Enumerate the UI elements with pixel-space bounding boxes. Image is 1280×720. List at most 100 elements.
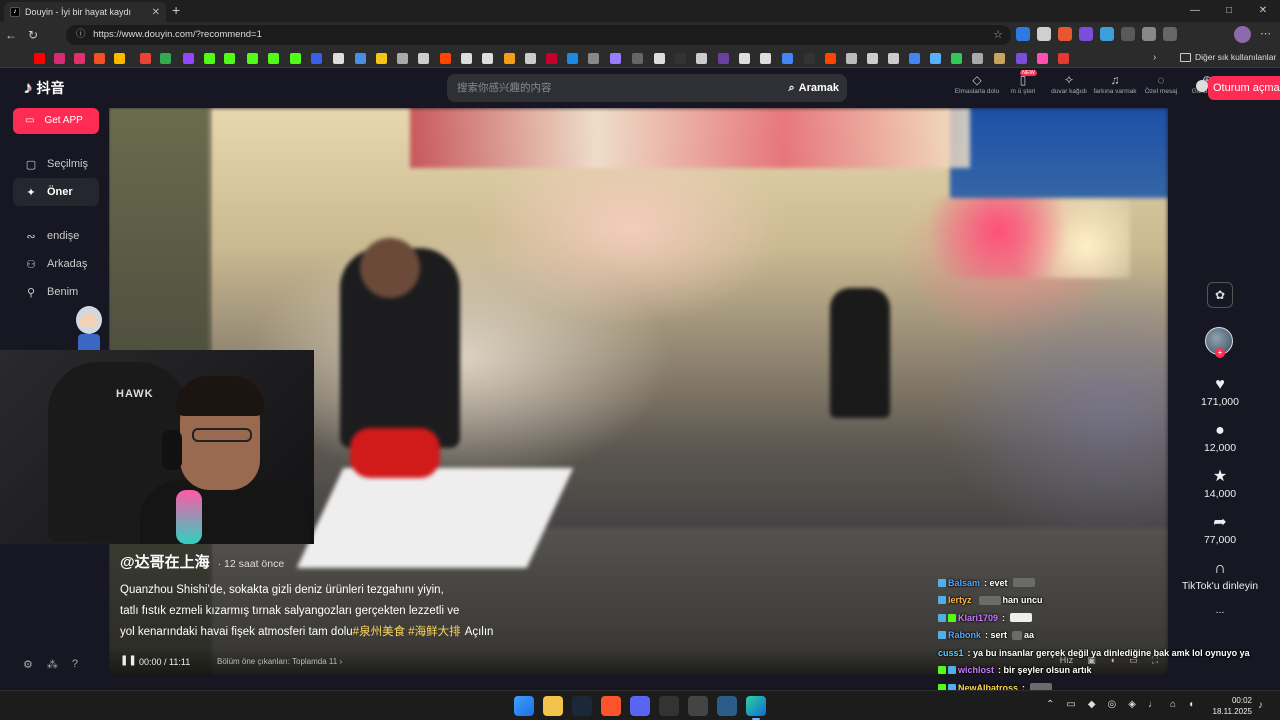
- like-action[interactable]: ♥ 171,000: [1170, 374, 1270, 408]
- search-input[interactable]: 搜索你感兴趣的内容 ⌕ Aramak: [447, 74, 847, 102]
- profile-avatar[interactable]: [1234, 26, 1251, 43]
- extension-icon[interactable]: [1121, 27, 1135, 41]
- browser-menu-icon[interactable]: ⋯: [1260, 27, 1271, 40]
- bookmark-icon[interactable]: [696, 53, 707, 64]
- follow-plus-icon[interactable]: +: [1215, 348, 1225, 358]
- get-app-button[interactable]: ▭ Get APP: [13, 108, 99, 134]
- other-favorites-folder[interactable]: Diğer sık kullanılanlar: [1180, 52, 1276, 62]
- bookmark-instagram-icon[interactable]: [54, 53, 65, 64]
- search-button[interactable]: ⌕ Aramak: [780, 74, 847, 102]
- bookmark-icon[interactable]: [888, 53, 899, 64]
- bookmark-icon[interactable]: [376, 53, 387, 64]
- bookmark-icon[interactable]: [397, 53, 408, 64]
- volume-icon[interactable]: ◖: [1188, 699, 1194, 710]
- header-item-diamonds[interactable]: ◇ Elmaslarla dolu: [954, 72, 1000, 95]
- bookmark-icon[interactable]: [610, 53, 621, 64]
- brave-icon[interactable]: [601, 696, 621, 716]
- collections-icon[interactable]: [1163, 27, 1177, 41]
- tray-app-icon[interactable]: ▭: [1066, 699, 1075, 710]
- taskbar-clock[interactable]: 00:02 18.11.2025: [1212, 695, 1252, 717]
- bookmark-microsoft-icon[interactable]: [94, 53, 105, 64]
- back-button[interactable]: ←: [0, 28, 22, 42]
- maximize-button[interactable]: □: [1212, 0, 1246, 22]
- douyin-logo[interactable]: ♪ 抖音: [24, 78, 65, 98]
- favorite-action[interactable]: ★ 14,000: [1170, 466, 1270, 500]
- extension-icon[interactable]: [1100, 27, 1114, 41]
- address-field[interactable]: ⓘ https://www.douyin.com/?recommend=1 ☆: [66, 25, 1011, 45]
- bookmark-reddit-icon[interactable]: [440, 53, 451, 64]
- bookmark-reddit-icon[interactable]: [825, 53, 836, 64]
- bookmark-icon[interactable]: [1016, 53, 1027, 64]
- bookmark-icon[interactable]: [930, 53, 941, 64]
- bookmark-icon[interactable]: [1037, 53, 1048, 64]
- bookmark-icon[interactable]: [804, 53, 815, 64]
- extension-icon[interactable]: [1079, 27, 1093, 41]
- tray-app-icon[interactable]: ◈: [1128, 699, 1136, 710]
- bookmark-icon[interactable]: [525, 53, 536, 64]
- bookmark-google-icon[interactable]: [782, 53, 793, 64]
- share-action[interactable]: ➦ 77,000: [1170, 512, 1270, 546]
- reload-button[interactable]: ↻: [22, 28, 44, 42]
- video-author[interactable]: @达哥在上海: [120, 551, 210, 572]
- sidebar-item-profile[interactable]: ⚲ Benim: [13, 278, 99, 306]
- hashtag-link[interactable]: #泉州美食: [353, 626, 405, 638]
- favorite-star-icon[interactable]: ☆: [993, 25, 1003, 45]
- start-windows-icon[interactable]: [514, 696, 534, 716]
- bookmark-icon[interactable]: [588, 53, 599, 64]
- login-button[interactable]: Oturum açma: [1208, 76, 1280, 100]
- app-icon[interactable]: [717, 696, 737, 716]
- bookmark-icon[interactable]: [654, 53, 665, 64]
- sidebar-item-following[interactable]: ∾ endişe: [13, 222, 99, 250]
- bookmark-twitch-icon[interactable]: [183, 53, 194, 64]
- bookmark-google-icon[interactable]: [909, 53, 920, 64]
- bookmark-icon[interactable]: [546, 53, 557, 64]
- bookmark-icon[interactable]: [461, 53, 472, 64]
- bookmark-kick-icon[interactable]: [224, 53, 235, 64]
- bookmark-icon[interactable]: [504, 53, 515, 64]
- comment-action[interactable]: ● 12,000: [1170, 420, 1270, 454]
- notification-bell-icon[interactable]: ♪: [1258, 700, 1263, 711]
- steam-icon[interactable]: [572, 696, 592, 716]
- bookmark-instagram-icon[interactable]: [74, 53, 85, 64]
- settings-icon[interactable]: ⚙: [23, 658, 33, 671]
- bookmark-icon[interactable]: [675, 53, 686, 64]
- bookmark-icon[interactable]: [867, 53, 878, 64]
- bookmark-x-icon[interactable]: [333, 53, 344, 64]
- bookmark-icon[interactable]: [951, 53, 962, 64]
- header-item-notifications[interactable]: ♫ farkına varmak: [1092, 72, 1138, 95]
- sidebar-item-friends[interactable]: ⚇ Arkadaş: [13, 250, 99, 278]
- bookmark-icon[interactable]: [994, 53, 1005, 64]
- bookmark-icon[interactable]: [482, 53, 493, 64]
- extension-icon[interactable]: [1037, 27, 1051, 41]
- bookmark-steam-icon[interactable]: [311, 53, 322, 64]
- bookmark-gmail-icon[interactable]: [140, 53, 151, 64]
- bookmark-youtube-icon[interactable]: [34, 53, 45, 64]
- bookmark-kick-icon[interactable]: [247, 53, 258, 64]
- bookmark-icon[interactable]: [718, 53, 729, 64]
- tray-app-icon[interactable]: ◆: [1088, 699, 1096, 710]
- site-info-icon[interactable]: ⓘ: [76, 29, 86, 40]
- bookmark-icon[interactable]: [290, 53, 301, 64]
- sidebar-item-featured[interactable]: ▢ Seçilmiş: [13, 150, 99, 178]
- extensions-puzzle-icon[interactable]: [1142, 27, 1156, 41]
- discord-icon[interactable]: [630, 696, 650, 716]
- bookmark-icon[interactable]: [972, 53, 983, 64]
- close-window-button[interactable]: ✕: [1246, 0, 1280, 22]
- minimize-button[interactable]: —: [1178, 0, 1212, 22]
- new-tab-button[interactable]: +: [172, 2, 180, 18]
- header-item-messages[interactable]: ◌ Özel mesaj: [1138, 72, 1184, 95]
- bookmark-icon[interactable]: [567, 53, 578, 64]
- bookmark-drive-icon[interactable]: [160, 53, 171, 64]
- extension-icon[interactable]: [1058, 27, 1072, 41]
- bookmark-icon[interactable]: [114, 53, 125, 64]
- bookmark-icon[interactable]: [418, 53, 429, 64]
- tray-chevron-up-icon[interactable]: ⌃: [1046, 699, 1054, 710]
- help-icon[interactable]: ?: [72, 658, 78, 671]
- bookmark-icon[interactable]: [739, 53, 750, 64]
- bookmark-icon[interactable]: [268, 53, 279, 64]
- sidebar-item-recommend[interactable]: ✦ Öner: [13, 178, 99, 206]
- bookmark-icon[interactable]: [1058, 53, 1069, 64]
- obs-icon[interactable]: [688, 696, 708, 716]
- bookmark-icon[interactable]: [632, 53, 643, 64]
- header-item-wallpaper[interactable]: ✧ duvar kağıdı: [1046, 72, 1092, 95]
